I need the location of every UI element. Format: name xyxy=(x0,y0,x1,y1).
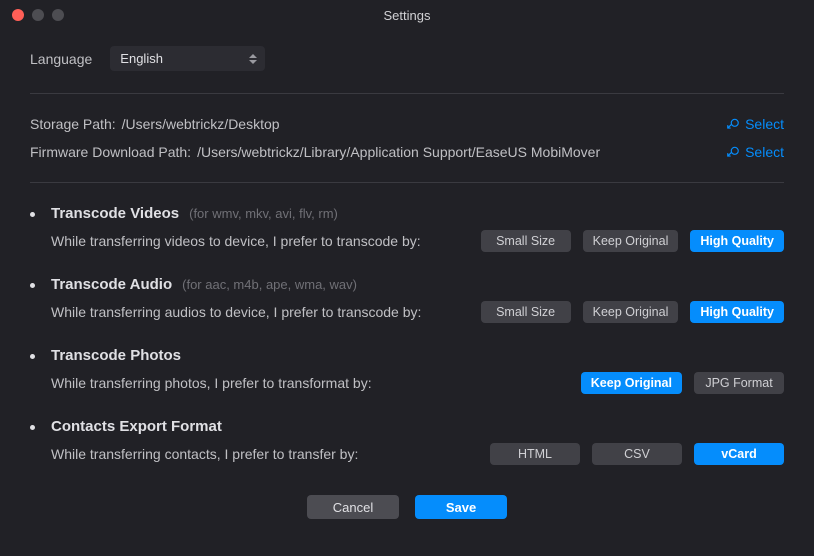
contacts-description: While transferring contacts, I prefer to… xyxy=(51,446,490,462)
storage-path-select-button[interactable]: Select xyxy=(726,116,784,132)
videos-description: While transferring videos to device, I p… xyxy=(51,233,481,249)
window-title: Settings xyxy=(0,8,814,23)
contacts-option-csv[interactable]: CSV xyxy=(592,443,682,465)
videos-title: Transcode Videos xyxy=(51,205,179,222)
language-select[interactable] xyxy=(110,46,265,71)
bullet-icon xyxy=(30,283,35,288)
language-label: Language xyxy=(30,51,92,67)
audio-description: While transferring audios to device, I p… xyxy=(51,304,481,320)
photos-description: While transferring photos, I prefer to t… xyxy=(51,375,581,391)
photos-option-jpg-format[interactable]: JPG Format xyxy=(694,372,784,394)
audio-hint: (for aac, m4b, ape, wma, wav) xyxy=(182,277,357,292)
browse-icon xyxy=(726,145,740,159)
firmware-path-value: /Users/webtrickz/Library/Application Sup… xyxy=(197,144,726,160)
audio-option-small-size[interactable]: Small Size xyxy=(481,301,571,323)
cancel-button[interactable]: Cancel xyxy=(307,495,399,519)
save-button[interactable]: Save xyxy=(415,495,507,519)
transcode-photos-item: Transcode Photos While transferring photo… xyxy=(30,347,784,394)
firmware-path-select-button[interactable]: Select xyxy=(726,144,784,160)
photos-title: Transcode Photos xyxy=(51,347,181,364)
videos-option-small-size[interactable]: Small Size xyxy=(481,230,571,252)
audio-option-high-quality[interactable]: High Quality xyxy=(690,301,784,323)
storage-select-label: Select xyxy=(745,116,784,132)
audio-option-keep-original[interactable]: Keep Original xyxy=(583,301,679,323)
titlebar: Settings xyxy=(0,0,814,30)
firmware-path-label: Firmware Download Path: xyxy=(30,144,191,160)
bullet-icon xyxy=(30,425,35,430)
storage-path-value: /Users/webtrickz/Desktop xyxy=(122,116,726,132)
audio-title: Transcode Audio xyxy=(51,276,172,293)
bullet-icon xyxy=(30,354,35,359)
bullet-icon xyxy=(30,212,35,217)
photos-option-keep-original[interactable]: Keep Original xyxy=(581,372,682,394)
videos-option-high-quality[interactable]: High Quality xyxy=(690,230,784,252)
contacts-title: Contacts Export Format xyxy=(51,418,222,435)
storage-path-label: Storage Path: xyxy=(30,116,116,132)
contacts-option-html[interactable]: HTML xyxy=(490,443,580,465)
videos-hint: (for wmv, mkv, avi, flv, rm) xyxy=(189,206,338,221)
firmware-select-label: Select xyxy=(745,144,784,160)
contacts-option-vcard[interactable]: vCard xyxy=(694,443,784,465)
transcode-videos-item: Transcode Videos (for wmv, mkv, avi, flv,… xyxy=(30,205,784,252)
videos-option-keep-original[interactable]: Keep Original xyxy=(583,230,679,252)
browse-icon xyxy=(726,117,740,131)
transcode-audio-item: Transcode Audio (for aac, m4b, ape, wma, … xyxy=(30,276,784,323)
transcode-contacts-item: Contacts Export Format While transferring… xyxy=(30,418,784,465)
